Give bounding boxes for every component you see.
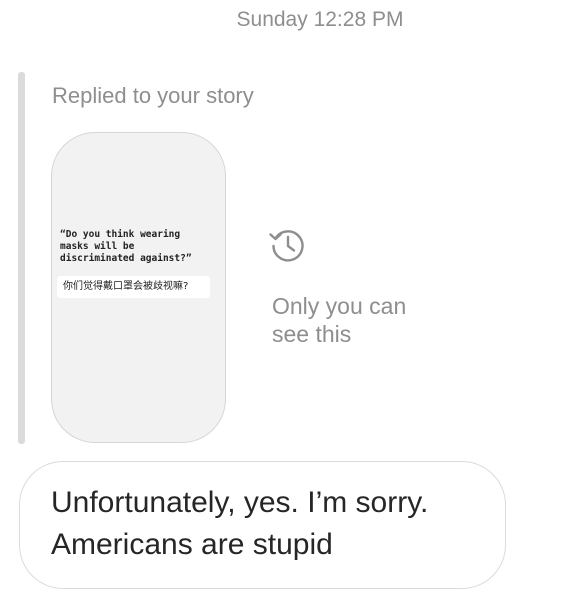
conversation-timestamp: Sunday 12:28 PM: [236, 8, 404, 31]
history-clock-icon: [269, 230, 304, 262]
reply-indicator-bar: [18, 72, 25, 444]
story-text-sticker: 你们觉得戴口罩会被歧视嘛?: [57, 276, 210, 298]
story-quote-line: masks will be: [60, 241, 135, 252]
message-bubble[interactable]: Unfortunately, yes. I’m sorry. Americans…: [19, 461, 506, 589]
story-thumbnail[interactable]: “Do you think wearing masks will be disc…: [51, 132, 226, 443]
message-text: Unfortunately, yes. I’m sorry. Americans…: [51, 482, 491, 566]
private-note-line: Only you can: [272, 293, 407, 319]
story-quote-line: “Do you think wearing: [60, 229, 181, 240]
story-quote-line: discriminated against?”: [60, 253, 192, 264]
reply-caption: Replied to your story: [52, 83, 254, 108]
message-line: Unfortunately, yes. I’m sorry.: [51, 486, 429, 519]
story-quote-text: “Do you think wearing masks will be disc…: [60, 229, 220, 265]
message-line: Americans are stupid: [51, 528, 333, 561]
private-visibility-note: Only you can see this: [272, 292, 472, 348]
private-note-line: see this: [272, 321, 352, 347]
